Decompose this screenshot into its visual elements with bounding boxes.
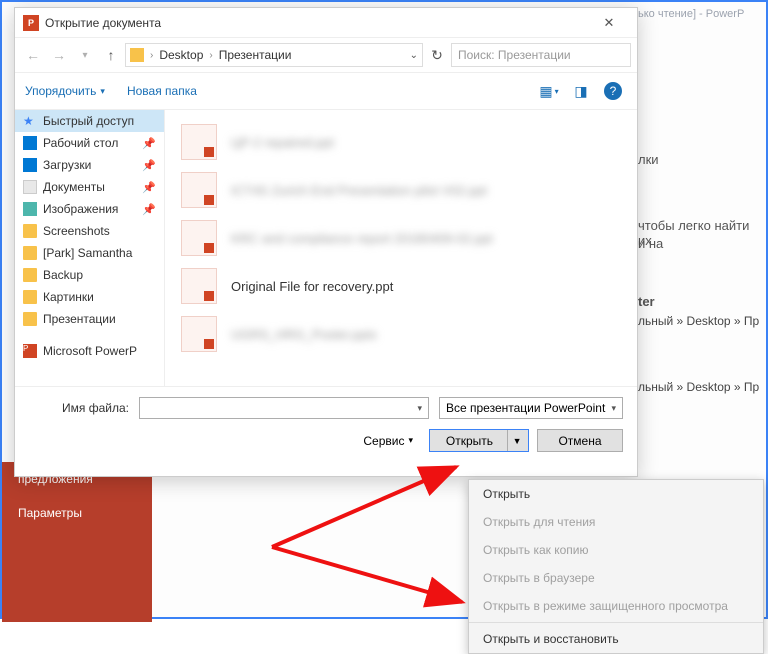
open-dropdown-arrow[interactable]: ▼ bbox=[508, 436, 526, 446]
menu-item-open-protected: Открыть в режиме защищенного просмотра bbox=[469, 592, 763, 620]
tree-item[interactable]: [Park] Samantha bbox=[15, 242, 164, 264]
bg-path: льный » Desktop » Пр bbox=[638, 380, 759, 394]
powerpoint-icon: P bbox=[23, 344, 37, 358]
dialog-footer: Имя файла: ▾ Все презентации PowerPoint▾… bbox=[15, 386, 637, 476]
menu-item-open-readonly: Открыть для чтения bbox=[469, 508, 763, 536]
ppt-thumb-icon bbox=[181, 220, 217, 256]
view-options-button[interactable]: ▦▾ bbox=[535, 79, 563, 103]
bg-path: льный » Desktop » Пр bbox=[638, 314, 759, 328]
app-title-fragment: ько чтение] - PowerP bbox=[638, 8, 744, 20]
pictures-icon bbox=[23, 202, 37, 216]
tree-item[interactable]: Документы📌 bbox=[15, 176, 164, 198]
dialog-title: Открытие документа bbox=[45, 16, 589, 30]
file-item[interactable]: UGRS_HRG_Poster.pptx bbox=[175, 310, 627, 358]
file-list[interactable]: ЦР-2 repaired.ppt ICT4S Zurich End Prese… bbox=[165, 110, 637, 386]
chevron-right-icon: › bbox=[209, 50, 212, 61]
powerpoint-icon: P bbox=[23, 15, 39, 31]
back-button[interactable]: ← bbox=[21, 43, 45, 67]
nav-tree[interactable]: ★Быстрый доступ Рабочий стол📌 Загрузки📌 … bbox=[15, 110, 165, 386]
file-item[interactable]: Original File for recovery.ppt bbox=[175, 262, 627, 310]
menu-item-open-browser: Открыть в браузере bbox=[469, 564, 763, 592]
menu-item-open-copy: Открыть как копию bbox=[469, 536, 763, 564]
pin-icon: 📌 bbox=[142, 159, 156, 172]
pin-icon: 📌 bbox=[142, 137, 156, 150]
open-file-dialog: P Открытие документа ✕ ← → ▾ ↑ › Desktop… bbox=[14, 7, 638, 477]
chevron-down-icon: ▾ bbox=[100, 86, 105, 97]
tree-item-powerpoint[interactable]: PMicrosoft PowerP bbox=[15, 340, 164, 362]
tree-item[interactable]: Backup bbox=[15, 264, 164, 286]
ppt-thumb-icon bbox=[181, 268, 217, 304]
filename-input[interactable]: ▾ bbox=[139, 397, 429, 419]
menu-separator bbox=[469, 622, 763, 623]
backstage-sidebar: предложения Параметры bbox=[2, 462, 152, 622]
tools-button[interactable]: Сервис▾ bbox=[363, 434, 413, 448]
documents-icon bbox=[23, 180, 37, 194]
folder-icon bbox=[23, 246, 37, 260]
folder-icon bbox=[23, 312, 37, 326]
sidebar-item[interactable]: Параметры bbox=[2, 496, 152, 530]
dialog-toolbar: Упорядочить▾ Новая папка ▦▾ ◨ ? bbox=[15, 72, 637, 110]
folder-icon bbox=[23, 224, 37, 238]
address-bar: ← → ▾ ↑ › Desktop › Презентации ⌄ ↻ Поис… bbox=[15, 38, 637, 72]
tree-item[interactable]: Рабочий стол📌 bbox=[15, 132, 164, 154]
chevron-down-icon[interactable]: ▾ bbox=[417, 403, 422, 414]
organize-button[interactable]: Упорядочить▾ bbox=[25, 84, 105, 98]
chevron-right-icon: › bbox=[150, 50, 153, 61]
recent-dropdown[interactable]: ▾ bbox=[73, 43, 97, 67]
preview-pane-button[interactable]: ◨ bbox=[567, 79, 595, 103]
bg-text: и на bbox=[638, 236, 663, 251]
downloads-icon bbox=[23, 158, 37, 172]
chevron-down-icon[interactable]: ▾ bbox=[611, 403, 616, 414]
bg-text: ter bbox=[638, 294, 655, 309]
star-icon: ★ bbox=[23, 114, 37, 128]
filename-label: Имя файла: bbox=[29, 401, 129, 415]
folder-icon bbox=[23, 290, 37, 304]
pin-icon: 📌 bbox=[142, 203, 156, 216]
help-button[interactable]: ? bbox=[599, 79, 627, 103]
up-button[interactable]: ↑ bbox=[99, 43, 123, 67]
menu-item-open-repair[interactable]: Открыть и восстановить bbox=[469, 625, 763, 653]
file-item[interactable]: ICT4S Zurich End Presentation pilot V02.… bbox=[175, 166, 627, 214]
refresh-button[interactable]: ↻ bbox=[425, 43, 449, 67]
cancel-button[interactable]: Отмена bbox=[537, 429, 623, 452]
file-item[interactable]: KRC and compliance report 20180409-02.pp… bbox=[175, 214, 627, 262]
titlebar: P Открытие документа ✕ bbox=[15, 8, 637, 38]
help-icon: ? bbox=[604, 82, 622, 100]
tree-item[interactable]: Изображения📌 bbox=[15, 198, 164, 220]
breadcrumb[interactable]: › Desktop › Презентации ⌄ bbox=[125, 43, 423, 67]
tree-item[interactable]: Презентации bbox=[15, 308, 164, 330]
breadcrumb-segment[interactable]: Desktop bbox=[159, 48, 203, 62]
open-split-button[interactable]: Открыть ▼ bbox=[429, 429, 529, 452]
ppt-thumb-icon bbox=[181, 124, 217, 160]
search-placeholder: Поиск: Презентации bbox=[458, 48, 571, 62]
folder-icon bbox=[23, 268, 37, 282]
new-folder-button[interactable]: Новая папка bbox=[127, 84, 197, 98]
forward-button[interactable]: → bbox=[47, 43, 71, 67]
tree-item[interactable]: Картинки bbox=[15, 286, 164, 308]
menu-item-open[interactable]: Открыть bbox=[469, 480, 763, 508]
ppt-thumb-icon bbox=[181, 172, 217, 208]
filetype-filter[interactable]: Все презентации PowerPoint▾ bbox=[439, 397, 623, 419]
bg-text: лки bbox=[638, 152, 659, 167]
search-input[interactable]: Поиск: Презентации bbox=[451, 43, 631, 67]
ppt-thumb-icon bbox=[181, 316, 217, 352]
open-button[interactable]: Открыть bbox=[432, 430, 508, 451]
tree-item[interactable]: Загрузки📌 bbox=[15, 154, 164, 176]
chevron-down-icon: ▾ bbox=[408, 435, 413, 446]
open-menu[interactable]: Открыть Открыть для чтения Открыть как к… bbox=[468, 479, 764, 654]
folder-icon bbox=[130, 48, 144, 62]
breadcrumb-segment[interactable]: Презентации bbox=[219, 48, 292, 62]
file-item[interactable]: ЦР-2 repaired.ppt bbox=[175, 118, 627, 166]
chevron-down-icon[interactable]: ⌄ bbox=[410, 50, 418, 61]
tree-item-quick-access[interactable]: ★Быстрый доступ bbox=[15, 110, 164, 132]
tree-item[interactable]: Screenshots bbox=[15, 220, 164, 242]
pin-icon: 📌 bbox=[142, 181, 156, 194]
close-icon[interactable]: ✕ bbox=[589, 15, 629, 31]
desktop-icon bbox=[23, 136, 37, 150]
